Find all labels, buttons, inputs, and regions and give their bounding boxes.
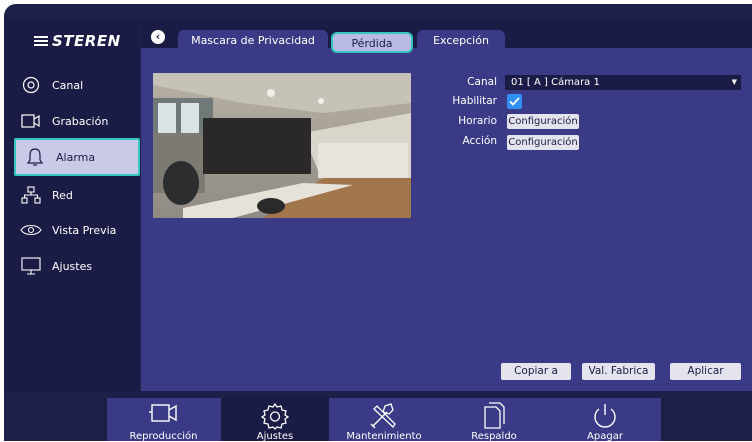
canal-select-value: 01 [ A ] Cámara 1	[511, 77, 600, 88]
accion-label: Acción	[462, 135, 497, 147]
horario-label: Horario	[458, 115, 497, 127]
chevron-left-icon: ‹	[155, 30, 161, 43]
sidebar-item-vista-previa[interactable]: Vista Previa	[12, 213, 140, 247]
tab-label: Mascara de Privacidad	[191, 34, 315, 47]
taskbar-item-respaldo[interactable]: Respaldo	[439, 398, 549, 442]
sidebar-item-ajustes[interactable]: Ajustes	[12, 249, 140, 283]
apply-button[interactable]: Aplicar	[670, 363, 741, 380]
tab-excepcion[interactable]: Excepción	[417, 30, 505, 52]
brand-logo: STEREN	[34, 32, 121, 50]
back-button[interactable]: ‹	[151, 30, 165, 44]
checkmark-icon	[509, 97, 520, 106]
tab-label: Excepción	[433, 34, 489, 47]
copy-button[interactable]: Copiar a	[501, 363, 571, 380]
sidebar-item-label: Red	[52, 188, 73, 202]
video-camera-icon	[20, 111, 42, 131]
sidebar-item-canal[interactable]: Canal	[12, 68, 140, 102]
canal-select[interactable]: 01 [ A ] Cámara 1 ▼	[505, 75, 741, 90]
taskbar: Reproducción Ajustes Mantenimiento Respa…	[107, 398, 661, 442]
gear-icon	[260, 402, 290, 433]
horario-config-button[interactable]: Configuración	[507, 114, 579, 129]
copy-files-icon	[481, 402, 507, 433]
sidebar-item-label: Canal	[52, 78, 84, 92]
video-camera-icon	[148, 402, 180, 427]
accion-config-button[interactable]: Configuración	[507, 135, 579, 150]
camera-preview-image	[153, 73, 411, 218]
sidebar-item-label: Ajustes	[52, 259, 93, 273]
canal-label: Canal	[467, 76, 497, 88]
sidebar-item-alarma[interactable]: Alarma	[14, 138, 140, 176]
factory-defaults-button[interactable]: Val. Fabrica	[582, 363, 655, 380]
taskbar-item-reproduccion[interactable]: Reproducción	[107, 398, 220, 442]
habilitar-checkbox[interactable]	[507, 94, 522, 109]
chevron-down-icon: ▼	[731, 78, 737, 86]
taskbar-item-label: Respaldo	[471, 431, 517, 442]
taskbar-item-label: Ajustes	[256, 431, 294, 442]
taskbar-item-label: Mantenimiento	[346, 431, 422, 442]
sidebar-item-grabacion[interactable]: Grabación	[12, 104, 140, 138]
tab-perdida[interactable]: Pérdida	[331, 32, 413, 53]
taskbar-item-mantenimiento[interactable]: Mantenimiento	[329, 398, 439, 442]
tab-mascara-de-privacidad[interactable]: Mascara de Privacidad	[178, 30, 328, 52]
sidebar: STEREN Canal Grabación Alarma Red Vista …	[4, 20, 140, 391]
bell-icon	[24, 147, 46, 167]
sidebar-item-label: Grabación	[52, 114, 109, 128]
sidebar-item-label: Alarma	[56, 150, 96, 164]
camera-preview	[153, 73, 411, 218]
tools-icon	[369, 402, 399, 433]
taskbar-item-apagar[interactable]: Apagar	[549, 398, 661, 442]
taskbar-item-label: Reproducción	[129, 431, 198, 442]
network-icon	[20, 185, 42, 205]
eye-icon	[20, 220, 42, 240]
steren-logo-icon	[34, 36, 48, 46]
taskbar-item-label: Apagar	[587, 431, 623, 442]
habilitar-label: Habilitar	[452, 95, 497, 107]
main-panel: ‹ Mascara de Privacidad Pérdida Excepció…	[141, 20, 752, 391]
sidebar-item-label: Vista Previa	[52, 223, 117, 237]
brand-logo-text: STEREN	[52, 32, 121, 50]
tab-label: Pérdida	[351, 37, 393, 50]
sidebar-item-red[interactable]: Red	[12, 178, 140, 212]
monitor-icon	[20, 256, 42, 276]
taskbar-item-ajustes[interactable]: Ajustes	[221, 398, 329, 442]
power-icon	[591, 402, 619, 433]
camera-lens-icon	[20, 75, 42, 95]
